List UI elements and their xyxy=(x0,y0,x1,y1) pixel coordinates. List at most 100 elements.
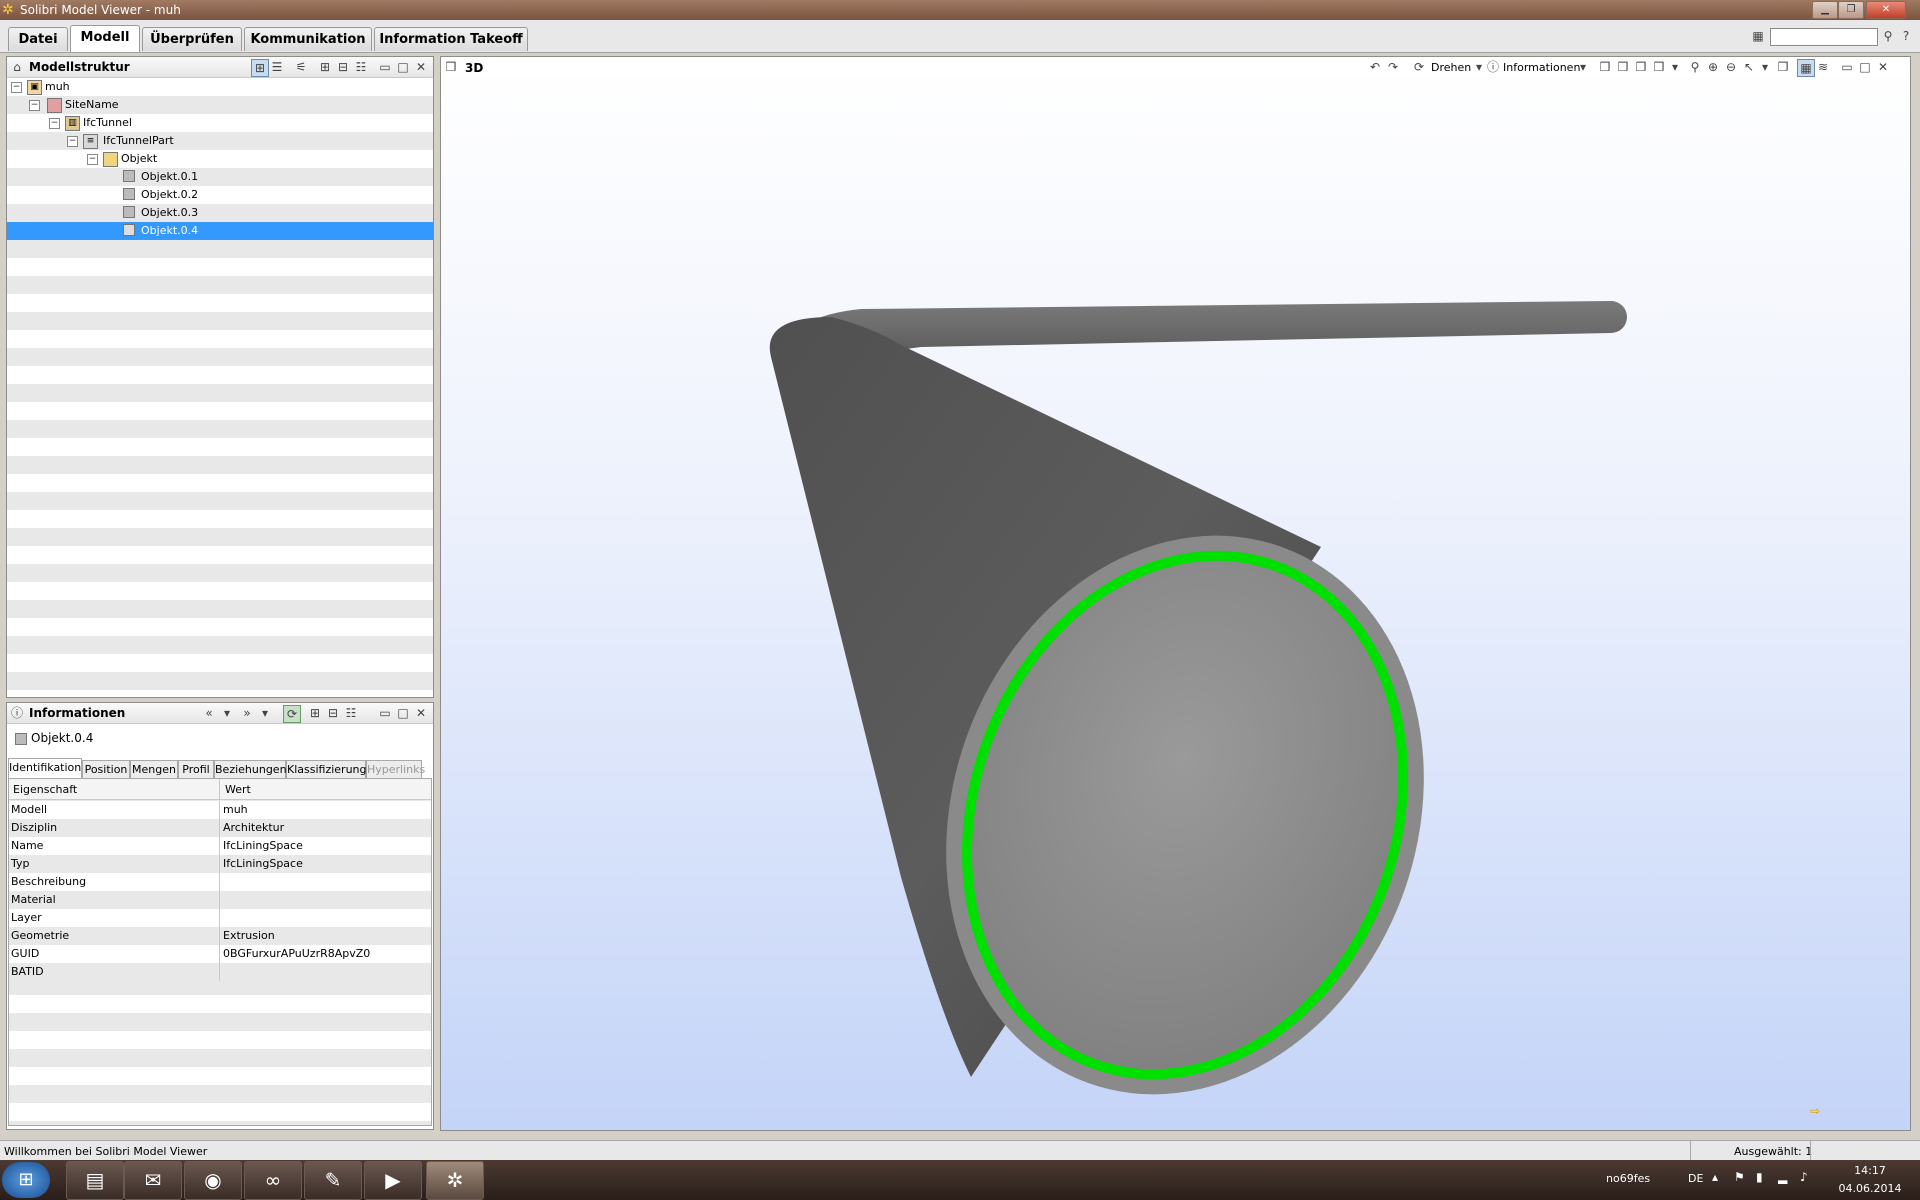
select-all-icon[interactable]: ☷ xyxy=(353,59,369,75)
chevron-down-icon[interactable]: ▾ xyxy=(1575,59,1591,75)
panel-close-icon[interactable]: ✕ xyxy=(413,59,429,75)
editor-taskbar-button[interactable]: ✎ xyxy=(304,1161,362,1200)
clock-date[interactable]: 04.06.2014 xyxy=(1832,1182,1908,1195)
table-row[interactable]: Material xyxy=(9,891,431,909)
select-all-icon[interactable]: ☷ xyxy=(343,705,359,721)
tree-row-selected[interactable]: Objekt.0.4 xyxy=(7,222,433,240)
player-taskbar-button[interactable]: ▶ xyxy=(364,1161,422,1200)
language-indicator[interactable]: DE xyxy=(1688,1172,1703,1185)
tree-row[interactable]: − ▣ muh xyxy=(7,78,433,96)
table-row[interactable]: Name IfcLiningSpace xyxy=(9,837,431,855)
list-view-icon[interactable]: ☰ xyxy=(269,59,285,75)
clock-time[interactable]: 14:17 xyxy=(1840,1164,1900,1177)
tab-kommunikation[interactable]: Kommunikation xyxy=(244,27,372,51)
layers-icon[interactable]: ≋ xyxy=(1815,59,1831,75)
info-mode-label[interactable]: Informationen xyxy=(1503,61,1580,74)
rotate-icon[interactable]: ⟳ xyxy=(1411,59,1427,75)
panel-minimize-icon[interactable]: ▭ xyxy=(377,59,393,75)
collapse-all-icon[interactable]: ⊟ xyxy=(335,59,351,75)
chevron-down-icon[interactable]: ▾ xyxy=(1667,59,1683,75)
navigation-arrow-icon[interactable]: ⇨ xyxy=(1807,1103,1823,1119)
info-icon[interactable]: ⓘ xyxy=(1485,59,1501,75)
table-row[interactable]: Typ IfcLiningSpace xyxy=(9,855,431,873)
flag-icon[interactable]: ⚑ xyxy=(1734,1170,1745,1184)
redo-icon[interactable]: ↷ xyxy=(1385,59,1401,75)
tree-row[interactable]: − Objekt xyxy=(7,150,433,168)
panel-close-icon[interactable]: ✕ xyxy=(1875,59,1891,75)
tab-beziehungen[interactable]: Beziehungen xyxy=(214,760,287,779)
tree-row[interactable]: − ▥ IfcTunnel xyxy=(7,114,433,132)
minimize-button[interactable]: ▁ xyxy=(1812,1,1838,19)
tab-mengen[interactable]: Mengen xyxy=(130,760,178,779)
view-top-icon[interactable]: ❒ xyxy=(1615,59,1631,75)
table-row[interactable]: Disziplin Architektur xyxy=(9,819,431,837)
tunnel-model[interactable] xyxy=(441,77,1910,1130)
tree-row[interactable]: Objekt.0.1 xyxy=(7,168,433,186)
tree-view-icon[interactable]: ⊞ xyxy=(251,59,269,77)
binoculars-icon[interactable]: ⚲ xyxy=(1880,28,1896,44)
explorer-taskbar-button[interactable]: ▤ xyxy=(66,1161,124,1200)
zoom-in-icon[interactable]: ⊕ xyxy=(1705,59,1721,75)
undo-icon[interactable]: ↶ xyxy=(1367,59,1383,75)
zoom-out-icon[interactable]: ⊖ xyxy=(1723,59,1739,75)
view-iso-icon[interactable]: ❒ xyxy=(1651,59,1667,75)
help-icon[interactable]: ? xyxy=(1898,28,1914,44)
table-row[interactable]: Layer xyxy=(9,909,431,927)
expand-all-icon[interactable]: ⊞ xyxy=(307,705,323,721)
panel-maximize-icon[interactable]: □ xyxy=(1857,59,1873,75)
panel-maximize-icon[interactable]: □ xyxy=(395,59,411,75)
layout-icon[interactable]: ▦ xyxy=(1750,28,1766,44)
table-row[interactable]: GUID 0BGFurxurAPuUzrR8ApvZ0 xyxy=(9,945,431,963)
zoom-fit-icon[interactable]: ⚲ xyxy=(1687,59,1703,75)
search-input[interactable] xyxy=(1770,28,1878,46)
maximize-button[interactable]: ❐ xyxy=(1838,1,1864,19)
pointer-icon[interactable]: ↖ xyxy=(1741,59,1757,75)
table-row[interactable]: Modell muh xyxy=(9,801,431,819)
3d-viewport[interactable]: ❒ 3D ↶ ↷ ⟳ Drehen ▾ ⓘ Informationen ▾ ❒ … xyxy=(440,56,1911,1131)
tab-identifikation[interactable]: Identifikation xyxy=(8,758,82,779)
tab-position[interactable]: Position xyxy=(82,760,130,779)
forward-icon[interactable]: » xyxy=(239,705,255,721)
network-icon[interactable]: ▂ xyxy=(1778,1170,1787,1184)
rotate-mode-label[interactable]: Drehen xyxy=(1431,61,1471,74)
tab-information-takeoff[interactable]: Information Takeoff xyxy=(374,27,528,51)
table-row[interactable]: BATID xyxy=(9,963,431,981)
tab-ueberpruefen[interactable]: Überprüfen xyxy=(142,27,242,51)
panel-minimize-icon[interactable]: ▭ xyxy=(1839,59,1855,75)
chevron-down-icon[interactable]: ▾ xyxy=(1757,59,1773,75)
close-button[interactable]: ✕ xyxy=(1866,1,1906,19)
dropdown-icon[interactable]: ▾ xyxy=(257,705,273,721)
dropdown-icon[interactable]: ▾ xyxy=(219,705,235,721)
outlook-taskbar-button[interactable]: ✉ xyxy=(124,1161,182,1200)
panel-minimize-icon[interactable]: ▭ xyxy=(377,705,393,721)
tree-row[interactable]: − ≡ IfcTunnelPart xyxy=(7,132,433,150)
window-icon[interactable]: ❐ xyxy=(1775,59,1791,75)
tab-modell[interactable]: Modell xyxy=(70,25,140,52)
back-icon[interactable]: « xyxy=(201,705,217,721)
tree-row[interactable]: − SiteName xyxy=(7,96,433,114)
view-front-icon[interactable]: ❒ xyxy=(1597,59,1613,75)
app-taskbar-button[interactable]: ∞ xyxy=(244,1161,302,1200)
volume-icon[interactable]: ♪ xyxy=(1800,1170,1808,1184)
tab-klassifizierung[interactable]: Klassifizierung xyxy=(286,760,367,779)
expand-all-icon[interactable]: ⊞ xyxy=(317,59,333,75)
tree-row[interactable]: Objekt.0.3 xyxy=(7,204,433,222)
panel-maximize-icon[interactable]: □ xyxy=(395,705,411,721)
tab-datei[interactable]: Datei xyxy=(8,27,68,51)
column-header-eigenschaft[interactable]: Eigenschaft xyxy=(13,783,77,796)
sync-icon[interactable]: ⟳ xyxy=(283,705,301,723)
layout-icon[interactable]: ▦ xyxy=(1797,59,1815,77)
battery-icon[interactable]: ▮ xyxy=(1756,1170,1763,1184)
view-side-icon[interactable]: ❒ xyxy=(1633,59,1649,75)
start-button[interactable]: ⊞ xyxy=(2,1162,50,1198)
tray-expand-icon[interactable]: ▴ xyxy=(1712,1170,1718,1184)
tree-row[interactable]: Objekt.0.2 xyxy=(7,186,433,204)
panel-close-icon[interactable]: ✕ xyxy=(413,705,429,721)
filter-icon[interactable]: ⚟ xyxy=(293,59,309,75)
tab-profil[interactable]: Profil xyxy=(178,760,214,779)
collapse-all-icon[interactable]: ⊟ xyxy=(325,705,341,721)
table-row[interactable]: Beschreibung xyxy=(9,873,431,891)
column-header-wert[interactable]: Wert xyxy=(225,783,251,796)
firefox-taskbar-button[interactable]: ◉ xyxy=(184,1161,242,1200)
table-row[interactable]: Geometrie Extrusion xyxy=(9,927,431,945)
